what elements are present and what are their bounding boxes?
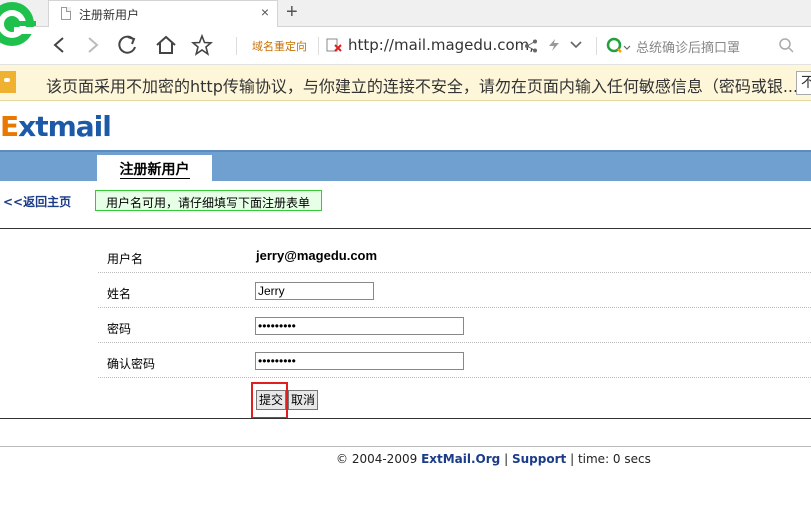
lightning-icon[interactable] (547, 38, 561, 52)
address-bar[interactable]: http://mail.magedu.com, (348, 36, 534, 54)
divider (0, 228, 811, 229)
domain-redirect-label[interactable]: 域名重定向 (252, 38, 307, 54)
name-field[interactable] (255, 282, 374, 300)
browser-logo-icon (0, 2, 36, 46)
support-link[interactable]: Support (512, 452, 566, 466)
favorite-star-icon[interactable] (190, 33, 214, 57)
page-footer: © 2004-2009 ExtMail.Org | Support | time… (336, 452, 651, 466)
cancel-button[interactable]: 取消 (288, 390, 319, 410)
home-icon[interactable] (154, 33, 178, 57)
confirm-password-field[interactable] (255, 352, 464, 370)
share-icon[interactable] (524, 39, 538, 53)
divider (596, 37, 597, 55)
security-warning-text: 该页面采用不加密的http传输协议，与你建立的连接不安全，请勿在页面内输入任何敏… (46, 77, 799, 96)
footer-separator: | (570, 452, 575, 466)
form-row-name: 姓名 (98, 273, 811, 308)
browser-tab-strip: 注册新用户 × + (0, 0, 811, 27)
name-label: 姓名 (107, 287, 132, 301)
divider (0, 446, 811, 447)
highlight-box (251, 382, 288, 419)
search-icon[interactable] (778, 37, 794, 53)
search-input[interactable]: 总统确诊后摘口罩 (636, 37, 740, 56)
warning-icon (0, 71, 16, 93)
security-warning-bar: 该页面采用不加密的http传输协议，与你建立的连接不安全，请勿在页面内输入任何敏… (0, 65, 811, 101)
tab-title: 注册新用户 (79, 8, 140, 22)
footer-separator: | (504, 452, 509, 466)
divider (318, 37, 319, 55)
search-engine-icon[interactable] (606, 37, 632, 55)
username-label: 用户名 (107, 252, 144, 266)
browser-tab[interactable]: 注册新用户 × (48, 0, 278, 27)
form-row-username: 用户名 jerry@magedu.com (98, 238, 811, 273)
chevron-down-icon[interactable] (570, 40, 582, 50)
security-dismiss-button[interactable]: 不 (796, 71, 811, 95)
render-time-text: time: 0 secs (577, 452, 651, 466)
password-field[interactable] (255, 317, 464, 335)
page-icon (61, 7, 71, 20)
back-icon[interactable] (47, 33, 71, 57)
divider (236, 37, 237, 55)
tab-register[interactable]: 注册新用户 (97, 155, 212, 181)
form-row-password: 密码 (98, 308, 811, 343)
form-row-confirm-password: 确认密码 (98, 343, 811, 378)
password-label: 密码 (107, 322, 132, 336)
tab-register-label: 注册新用户 (119, 162, 190, 179)
insecure-page-icon[interactable] (326, 38, 342, 52)
new-tab-button[interactable]: + (286, 0, 298, 24)
extmail-org-link[interactable]: ExtMail.Org (421, 452, 500, 466)
extmail-logo: Extmail (0, 110, 112, 143)
tab-close-icon[interactable]: × (261, 4, 269, 20)
confirm-password-label: 确认密码 (107, 357, 156, 371)
username-available-notice: 用户名可用，请仔细填写下面注册表单 (95, 190, 322, 211)
username-value: jerry@magedu.com (256, 248, 378, 263)
reload-icon[interactable] (116, 33, 140, 57)
copyright-text: © 2004-2009 (336, 452, 418, 466)
back-to-home-link[interactable]: <<返回主页 (3, 193, 71, 210)
forward-icon[interactable] (81, 33, 105, 57)
divider (0, 418, 811, 419)
browser-nav-bar: 域名重定向 http://mail.magedu.com, 总统确诊后摘口罩 (0, 27, 811, 65)
